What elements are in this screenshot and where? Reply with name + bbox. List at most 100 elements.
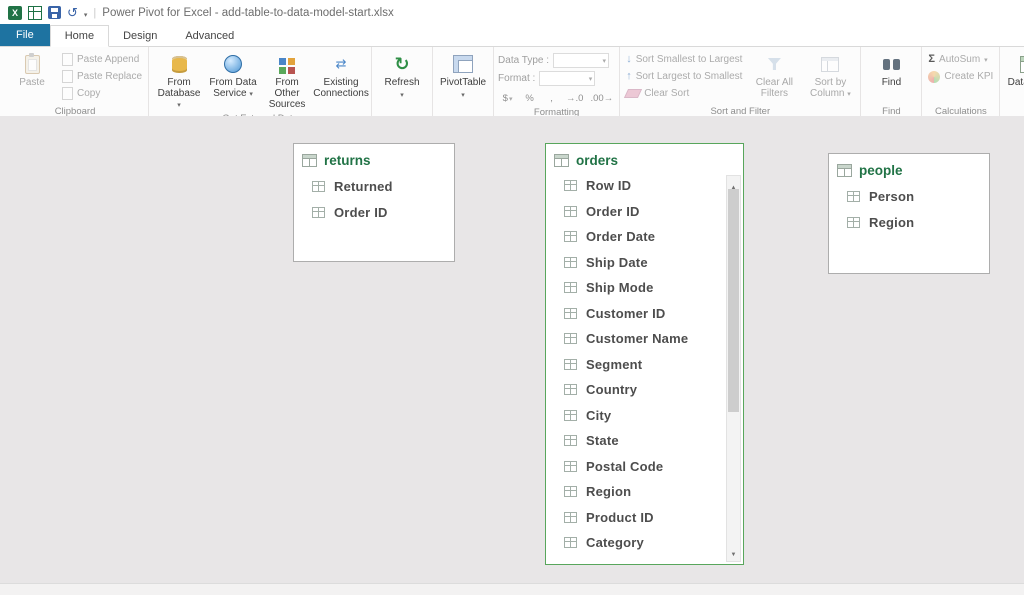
binoculars-icon: [883, 59, 890, 70]
field-item[interactable]: Order ID: [294, 199, 454, 225]
field-item[interactable]: Order Date: [546, 224, 727, 250]
field-item[interactable]: State: [546, 428, 727, 454]
copy-button[interactable]: Copy: [60, 85, 144, 102]
field-item[interactable]: Postal Code: [546, 454, 727, 480]
field-item[interactable]: Returned: [294, 173, 454, 199]
sort-ascending-button[interactable]: Sort Smallest to Largest: [624, 51, 744, 68]
comma-format-button[interactable]: ,: [542, 91, 561, 106]
window-title: Power Pivot for Excel - add-table-to-dat…: [102, 7, 393, 19]
field-item[interactable]: Product ID: [546, 505, 727, 531]
paste-replace-button[interactable]: Paste Replace: [60, 68, 144, 85]
dropdown-caret-icon: [400, 90, 404, 100]
existing-connections-button[interactable]: Existing Connections: [315, 49, 367, 101]
table-name: orders: [576, 153, 618, 168]
field-item[interactable]: Region: [546, 479, 727, 505]
group-clipboard: Paste Paste Append Paste Replace Copy Cl…: [2, 47, 149, 118]
table-people-header[interactable]: people: [829, 154, 989, 183]
field-item[interactable]: Order ID: [546, 199, 727, 225]
field-item[interactable]: Country: [546, 377, 727, 403]
table-name: returns: [324, 153, 371, 168]
field-item[interactable]: Person: [829, 183, 989, 209]
globe-icon: [224, 55, 242, 73]
table-returns[interactable]: returns Returned Order ID: [293, 143, 455, 262]
find-button[interactable]: Find: [865, 49, 917, 90]
currency-format-button[interactable]: $: [498, 91, 517, 106]
column-icon: [847, 217, 860, 228]
group-view: Data View Diagram View Show Hidden Calcu…: [1000, 47, 1024, 118]
column-icon: [564, 206, 577, 217]
paste-append-icon: [62, 53, 73, 66]
group-refresh: Refresh: [372, 47, 433, 118]
diagram-canvas: returns Returned Order ID orders: [0, 116, 1024, 584]
field-item[interactable]: Customer ID: [546, 301, 727, 327]
field-item[interactable]: Ship Date: [546, 250, 727, 276]
percent-format-button[interactable]: %: [520, 91, 539, 106]
sort-descending-icon: [626, 71, 632, 82]
ribbon: Paste Paste Append Paste Replace Copy Cl…: [0, 47, 1024, 119]
field-item[interactable]: Category: [546, 530, 727, 556]
group-formatting: Data Type : Format : $ % , →.0 .00→: [494, 47, 620, 118]
column-icon: [564, 410, 577, 421]
from-other-sources-button[interactable]: From Other Sources: [261, 49, 313, 112]
scrollbar-thumb[interactable]: [728, 189, 739, 412]
field-item[interactable]: Ship Mode: [546, 275, 727, 301]
field-item[interactable]: Row ID: [546, 173, 727, 199]
field-item[interactable]: Customer Name: [546, 326, 727, 352]
tab-design[interactable]: Design: [109, 26, 171, 46]
paste-button[interactable]: Paste: [6, 49, 58, 90]
column-icon: [312, 207, 325, 218]
table-name: people: [859, 163, 903, 178]
dropdown-caret-icon: [603, 56, 607, 66]
refresh-button[interactable]: Refresh: [376, 49, 428, 102]
column-icon: [564, 333, 577, 344]
field-item[interactable]: Segment: [546, 352, 727, 378]
quick-access-dropdown-icon[interactable]: [84, 5, 88, 21]
column-icon: [847, 191, 860, 202]
tab-advanced[interactable]: Advanced: [171, 26, 248, 46]
paste-append-button[interactable]: Paste Append: [60, 51, 144, 68]
autosum-button[interactable]: AutoSum: [926, 51, 995, 68]
column-icon: [564, 435, 577, 446]
from-database-button[interactable]: From Database: [153, 49, 205, 112]
data-type-dropdown[interactable]: Data Type :: [498, 53, 615, 68]
tab-file[interactable]: File: [0, 24, 50, 46]
clear-all-filters-button[interactable]: Clear All Filters: [748, 49, 800, 102]
table-returns-header[interactable]: returns: [294, 144, 454, 173]
field-item[interactable]: Region: [829, 209, 989, 235]
scroll-down-icon[interactable]: [727, 544, 740, 560]
create-kpi-button[interactable]: Create KPI: [926, 68, 995, 85]
column-icon: [564, 384, 577, 395]
format-dropdown[interactable]: Format :: [498, 71, 615, 86]
column-icon: [564, 282, 577, 293]
kpi-icon: [928, 71, 940, 83]
table-people-fields: Person Region: [829, 183, 989, 235]
save-icon[interactable]: [48, 6, 61, 19]
from-data-service-button[interactable]: From Data Service: [207, 49, 259, 101]
table-returns-fields: Returned Order ID: [294, 173, 454, 225]
titlebar-separator: |: [93, 7, 96, 19]
titlebar: X | Power Pivot for Excel - add-table-to…: [0, 0, 1024, 23]
field-item[interactable]: City: [546, 403, 727, 429]
dropdown-caret-icon: [509, 94, 513, 104]
dropdown-caret-icon: [249, 88, 253, 99]
sort-by-column-button[interactable]: Sort by Column: [804, 49, 856, 102]
decrease-decimal-button[interactable]: .00→: [588, 91, 615, 106]
table-people[interactable]: people Person Region: [828, 153, 990, 274]
table-orders-header[interactable]: orders: [546, 144, 743, 173]
paste-replace-icon: [62, 70, 73, 83]
dropdown-caret-icon: [177, 99, 181, 110]
tab-home[interactable]: Home: [50, 25, 109, 47]
undo-icon[interactable]: [67, 5, 78, 21]
vertical-scrollbar[interactable]: [726, 175, 741, 562]
data-view-icon: [1020, 56, 1024, 73]
clear-sort-button[interactable]: Clear Sort: [624, 85, 744, 102]
pivottable-button[interactable]: PivotTable: [437, 49, 489, 102]
column-icon: [564, 512, 577, 523]
column-icon: [564, 257, 577, 268]
clear-sort-icon: [624, 89, 642, 98]
group-pivottable: PivotTable: [433, 47, 494, 118]
data-view-button[interactable]: Data View: [1004, 49, 1024, 90]
sort-descending-button[interactable]: Sort Largest to Smallest: [624, 68, 744, 85]
table-orders[interactable]: orders Row ID Order ID Order Date: [545, 143, 744, 565]
increase-decimal-button[interactable]: →.0: [564, 91, 585, 106]
